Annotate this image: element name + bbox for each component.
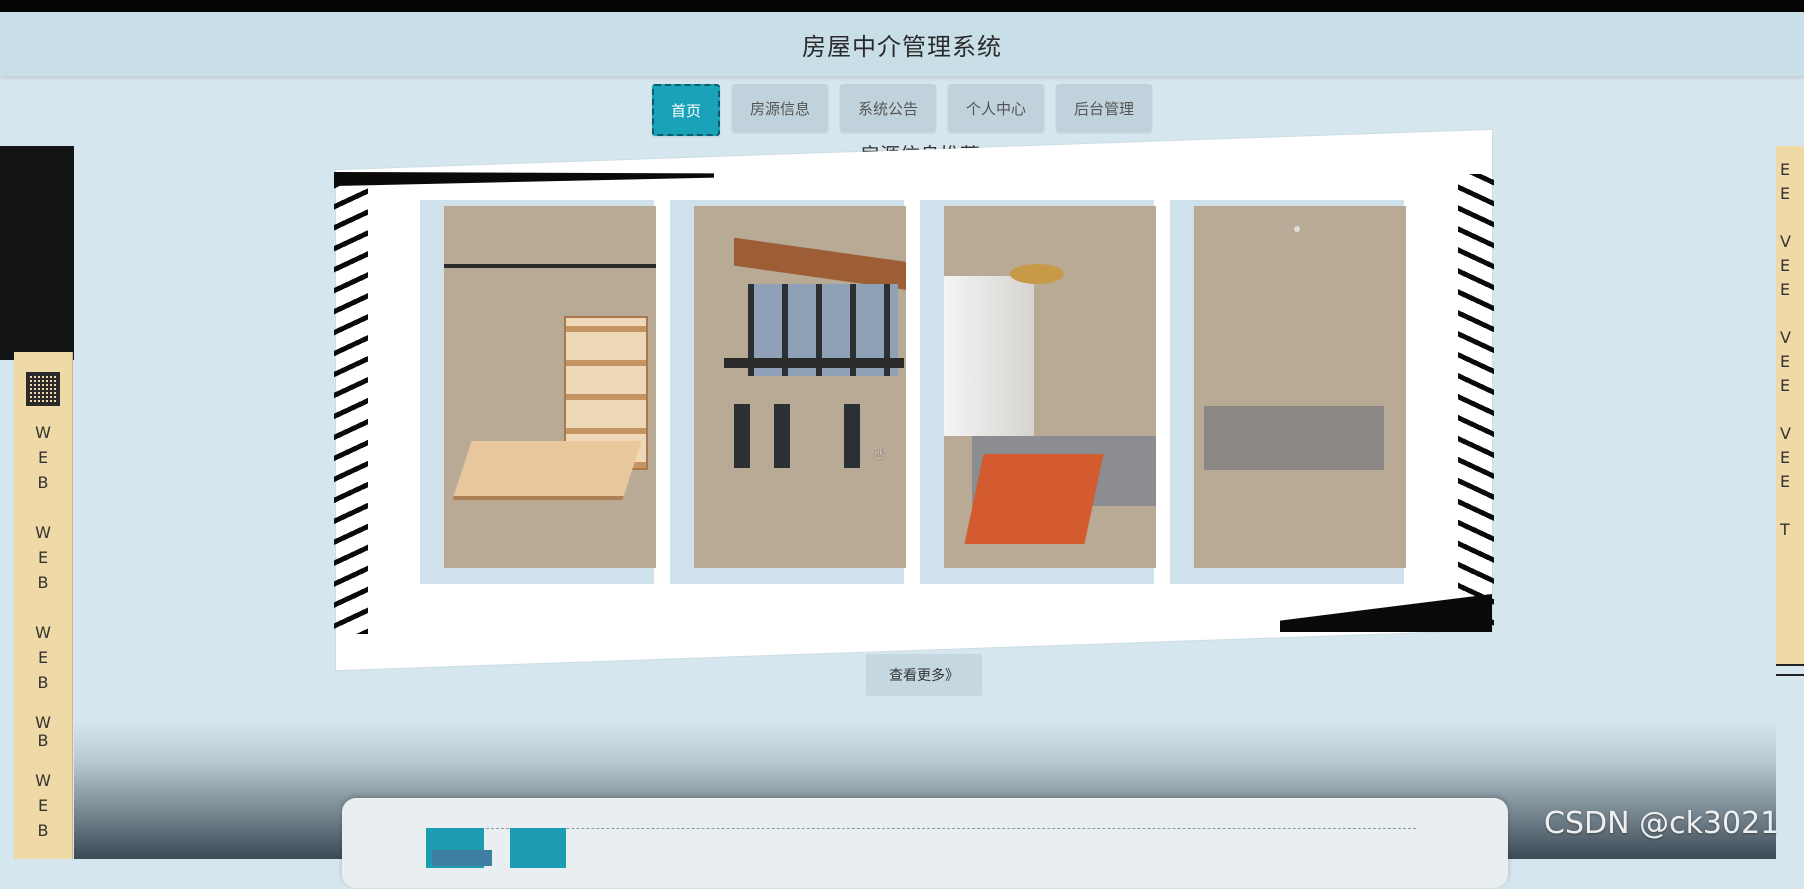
photo-detail (724, 358, 904, 368)
listing-photo-house-exterior[interactable] (694, 206, 906, 568)
nav-announcements[interactable]: 系统公告 (840, 84, 936, 132)
right-sidebar-label-10: E (1780, 448, 1791, 467)
left-sidebar-label-3: B (37, 473, 49, 492)
left-sidebar-label-7: W (35, 623, 51, 642)
left-sidebar-label-9: B (37, 673, 49, 692)
right-sidebar-label-8: E (1780, 376, 1791, 395)
right-sidebar-label-5: E (1780, 280, 1791, 299)
photo-detail (1294, 226, 1300, 232)
listing-card[interactable] (670, 200, 906, 584)
nav-home[interactable]: 首页 (652, 84, 720, 136)
next-section-panel (342, 798, 1508, 888)
photo-detail (944, 276, 1034, 436)
panel-tab[interactable] (510, 828, 566, 868)
photo-detail (844, 404, 860, 468)
photo-detail (1204, 406, 1384, 470)
csdn-watermark: CSDN @ck3021 (1544, 806, 1780, 841)
photo-detail (964, 454, 1104, 544)
right-sidebar-label-12: T (1780, 520, 1790, 539)
top-black-bar (0, 0, 1804, 12)
listing-photo-bedroom-dark[interactable] (1194, 206, 1406, 568)
right-sidebar-label-3: V (1780, 232, 1791, 251)
left-decor-block (0, 146, 74, 360)
listing-card[interactable] (1170, 200, 1406, 584)
left-sidebar-label-14: B (37, 821, 49, 840)
left-sidebar-label-6: B (37, 573, 49, 592)
left-sidebar-label-1: W (35, 423, 51, 442)
right-sidebar-label-11: E (1780, 472, 1791, 491)
hand-cursor-icon: ☝ (874, 444, 884, 463)
right-floating-sidebar: E E V E E V E E V E E T (1776, 146, 1804, 666)
right-sidebar-label-6: V (1780, 328, 1791, 347)
right-sidebar-label-9: V (1780, 424, 1791, 443)
right-sidebar-label-1: E (1780, 160, 1791, 179)
right-sidebar-label-7: E (1780, 352, 1791, 371)
main-nav: 首页 房源信息 系统公告 个人中心 后台管理 (0, 84, 1804, 136)
left-sidebar-label-8: E (37, 648, 49, 667)
photo-detail (774, 404, 790, 468)
listing-card[interactable] (920, 200, 1156, 584)
banner-zigzag-right (1458, 174, 1494, 630)
right-sidebar-label-4: E (1780, 256, 1791, 275)
listing-photo-bedroom-warm[interactable] (944, 206, 1156, 568)
nav-personal-center[interactable]: 个人中心 (948, 84, 1044, 132)
site-header: 房屋中介管理系统 (0, 12, 1804, 76)
listing-card[interactable] (420, 200, 656, 584)
grid-icon (26, 372, 60, 406)
nav-listings[interactable]: 房源信息 (732, 84, 828, 132)
left-sidebar-label-5: E (37, 548, 49, 567)
panel-tab-middle[interactable] (432, 850, 492, 866)
left-sidebar-label-2: E (37, 448, 49, 467)
listing-photo-interior-loft[interactable] (444, 206, 656, 568)
view-more-button[interactable]: 查看更多》 (866, 654, 982, 696)
left-sidebar-label-12: W (35, 771, 51, 790)
banner-zigzag-left (334, 178, 368, 634)
photo-detail (452, 441, 642, 500)
left-sidebar-label-4: W (35, 523, 51, 542)
photo-detail (444, 264, 656, 268)
left-floating-sidebar: W E B W E B W E B W B W E B (14, 352, 73, 859)
right-sidebar-label-2: E (1780, 184, 1791, 203)
left-sidebar-label-13: E (37, 796, 49, 815)
right-sidebar-divider (1776, 664, 1804, 676)
photo-detail (1010, 264, 1064, 284)
nav-admin[interactable]: 后台管理 (1056, 84, 1152, 132)
listing-cards (420, 200, 1420, 584)
site-title: 房屋中介管理系统 (802, 32, 1002, 61)
left-sidebar-label-11: B (37, 731, 49, 750)
photo-detail (734, 404, 750, 468)
